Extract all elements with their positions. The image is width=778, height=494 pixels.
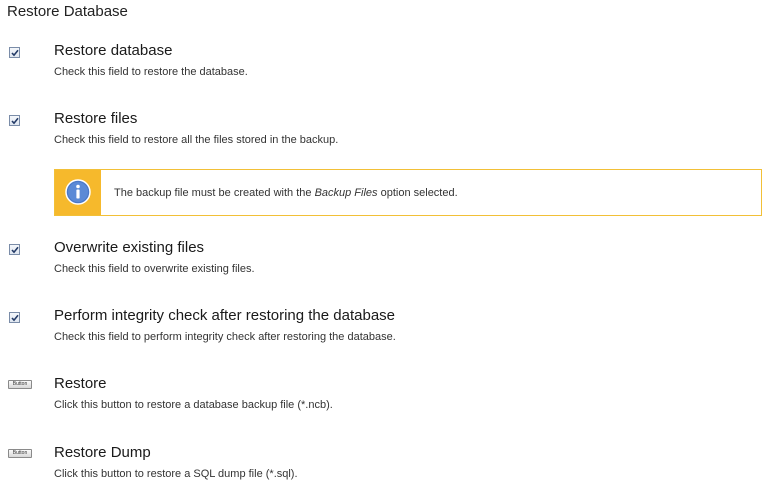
info-text-emphasis: Backup Files [314,187,378,199]
info-text-after: option selected. [377,187,458,199]
option-description: Check this field to perform integrity ch… [54,331,396,343]
option-title: Restore [54,375,107,392]
option-title: Perform integrity check after restoring … [54,307,396,324]
info-text: The backup file must be created with the… [114,186,458,200]
checkmark-icon [11,117,19,125]
checkmark-icon [11,49,19,57]
option-description: Click this button to restore a SQL dump … [54,468,298,480]
option-description: Check this field to restore all the file… [54,134,339,146]
checkmark-icon [11,246,19,254]
restore-files-checkbox[interactable] [9,115,20,126]
option-title: Overwrite existing files [54,239,205,256]
info-strip [55,170,101,215]
restore-database-checkbox[interactable] [9,47,20,58]
option-description: Click this button to restore a database … [54,399,333,411]
option-description: Check this field to overwrite existing f… [54,263,255,275]
option-description: Check this field to restore the database… [54,66,248,78]
integrity-check-checkbox[interactable] [9,312,20,323]
option-title: Restore database [54,42,173,59]
info-text-before: The backup file must be created with the [114,187,315,199]
info-icon [65,179,91,205]
info-note: The backup file must be created with the… [54,169,762,216]
overwrite-files-checkbox[interactable] [9,244,20,255]
checkmark-icon [11,314,19,322]
restore-button[interactable]: Button [8,380,32,389]
page-title: Restore Database [7,3,128,20]
option-title: Restore files [54,110,138,127]
option-title: Restore Dump [54,444,151,461]
restore-dump-button[interactable]: Button [8,449,32,458]
